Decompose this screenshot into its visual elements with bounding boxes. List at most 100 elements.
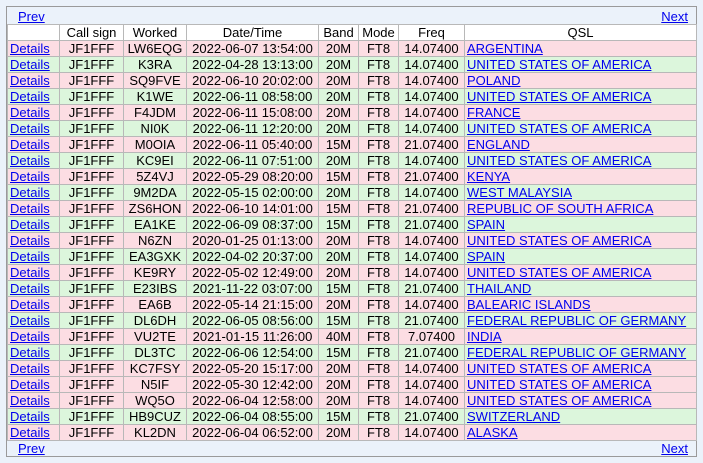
qsl-link[interactable]: UNITED STATES OF AMERICA <box>467 378 651 392</box>
qsl-link[interactable]: ALASKA <box>467 426 518 440</box>
qsl-link[interactable]: ENGLAND <box>467 138 530 152</box>
col-header-freq: Freq <box>398 24 465 41</box>
qsl-link[interactable]: FEDERAL REPUBLIC OF GERMANY <box>467 346 686 360</box>
freq-cell: 14.07400 <box>398 360 465 377</box>
details-link[interactable]: Details <box>10 122 50 136</box>
callsign-cell: JF1FFF <box>59 168 124 185</box>
freq-cell: 14.07400 <box>398 72 465 89</box>
mode-cell: FT8 <box>358 264 399 281</box>
details-link[interactable]: Details <box>10 74 50 88</box>
qsl-link[interactable]: WEST MALAYSIA <box>467 186 572 200</box>
details-link[interactable]: Details <box>10 314 50 328</box>
mode-cell: FT8 <box>358 168 399 185</box>
details-link[interactable]: Details <box>10 410 50 424</box>
details-link[interactable]: Details <box>10 154 50 168</box>
qsl-link[interactable]: UNITED STATES OF AMERICA <box>467 58 651 72</box>
datetime-cell: 2022-05-20 15:17:00 <box>186 360 319 377</box>
qsl-link[interactable]: INDIA <box>467 330 502 344</box>
table-row: Details JF1FFF ZS6HON 2022-06-10 14:01:00 15… <box>7 200 697 217</box>
details-link[interactable]: Details <box>10 298 50 312</box>
qsl-cell: FEDERAL REPUBLIC OF GERMANY <box>464 312 697 329</box>
next-link[interactable]: Next <box>661 9 688 25</box>
details-link[interactable]: Details <box>10 426 50 440</box>
qsl-link[interactable]: POLAND <box>467 74 520 88</box>
datetime-cell: 2022-06-11 05:40:00 <box>186 136 319 153</box>
worked-cell: DL3TC <box>123 344 187 361</box>
mode-cell: FT8 <box>358 376 399 393</box>
freq-cell: 21.07400 <box>398 216 465 233</box>
details-cell: Details <box>7 424 60 441</box>
band-cell: 20M <box>318 264 359 281</box>
qsl-link[interactable]: ARGENTINA <box>467 42 543 56</box>
qsl-link[interactable]: KENYA <box>467 170 510 184</box>
band-cell: 15M <box>318 168 359 185</box>
details-link[interactable]: Details <box>10 42 50 56</box>
qsl-link[interactable]: UNITED STATES OF AMERICA <box>467 362 651 376</box>
qsl-link[interactable]: REPUBLIC OF SOUTH AFRICA <box>467 202 653 216</box>
callsign-cell: JF1FFF <box>59 136 124 153</box>
qsl-link[interactable]: UNITED STATES OF AMERICA <box>467 122 651 136</box>
prev-link[interactable]: Prev <box>18 9 45 25</box>
qsl-link[interactable]: SPAIN <box>467 218 505 232</box>
qsl-cell: UNITED STATES OF AMERICA <box>464 120 697 137</box>
details-link[interactable]: Details <box>10 282 50 296</box>
details-link[interactable]: Details <box>10 234 50 248</box>
band-cell: 20M <box>318 40 359 57</box>
qsl-link[interactable]: UNITED STATES OF AMERICA <box>467 266 651 280</box>
log-panel: Prev Next Call sign Worked Date/Time Ban… <box>6 6 697 457</box>
details-link[interactable]: Details <box>10 394 50 408</box>
qsl-link[interactable]: FRANCE <box>467 106 520 120</box>
qsl-link[interactable]: UNITED STATES OF AMERICA <box>467 234 651 248</box>
datetime-cell: 2022-06-11 07:51:00 <box>186 152 319 169</box>
qsl-link[interactable]: FEDERAL REPUBLIC OF GERMANY <box>467 314 686 328</box>
table-row: Details JF1FFF SQ9FVE 2022-06-10 20:02:00 20… <box>7 72 697 89</box>
datetime-cell: 2022-05-15 02:00:00 <box>186 184 319 201</box>
details-cell: Details <box>7 264 60 281</box>
callsign-cell: JF1FFF <box>59 296 124 313</box>
details-link[interactable]: Details <box>10 202 50 216</box>
prev-link[interactable]: Prev <box>18 441 45 457</box>
details-cell: Details <box>7 40 60 57</box>
table-row: Details JF1FFF K1WE 2022-06-11 08:58:00 20M F… <box>7 88 697 105</box>
qsl-link[interactable]: SWITZERLAND <box>467 410 560 424</box>
details-link[interactable]: Details <box>10 186 50 200</box>
details-cell: Details <box>7 168 60 185</box>
details-link[interactable]: Details <box>10 138 50 152</box>
table-row: Details JF1FFF EA1KE 2022-06-09 08:37:00 15M… <box>7 216 697 233</box>
header-row: Call sign Worked Date/Time Band Mode Fre… <box>7 24 697 41</box>
qsl-link[interactable]: UNITED STATES OF AMERICA <box>467 90 651 104</box>
pager-bottom: Prev Next <box>7 441 696 457</box>
qsl-link[interactable]: UNITED STATES OF AMERICA <box>467 394 651 408</box>
details-link[interactable]: Details <box>10 170 50 184</box>
details-link[interactable]: Details <box>10 330 50 344</box>
details-link[interactable]: Details <box>10 378 50 392</box>
details-link[interactable]: Details <box>10 346 50 360</box>
details-link[interactable]: Details <box>10 106 50 120</box>
qsl-link[interactable]: BALEARIC ISLANDS <box>467 298 591 312</box>
details-link[interactable]: Details <box>10 362 50 376</box>
details-link[interactable]: Details <box>10 58 50 72</box>
callsign-cell: JF1FFF <box>59 72 124 89</box>
table-row: Details JF1FFF DL6DH 2022-06-05 08:56:00 15M… <box>7 312 697 329</box>
datetime-cell: 2022-04-28 13:13:00 <box>186 56 319 73</box>
worked-cell: HB9CUZ <box>123 408 187 425</box>
qsl-cell: BALEARIC ISLANDS <box>464 296 697 313</box>
qsl-cell: SPAIN <box>464 216 697 233</box>
datetime-cell: 2022-06-04 12:58:00 <box>186 392 319 409</box>
next-link[interactable]: Next <box>661 441 688 457</box>
col-header-worked: Worked <box>123 24 187 41</box>
details-cell: Details <box>7 184 60 201</box>
datetime-cell: 2022-06-10 20:02:00 <box>186 72 319 89</box>
qsl-link[interactable]: THAILAND <box>467 282 531 296</box>
qsl-link[interactable]: UNITED STATES OF AMERICA <box>467 154 651 168</box>
col-header-datetime: Date/Time <box>186 24 319 41</box>
details-cell: Details <box>7 296 60 313</box>
datetime-cell: 2022-06-07 13:54:00 <box>186 40 319 57</box>
details-link[interactable]: Details <box>10 218 50 232</box>
table-row: Details JF1FFF VU2TE 2021-01-15 11:26:00 40M… <box>7 328 697 345</box>
qsl-link[interactable]: SPAIN <box>467 250 505 264</box>
details-link[interactable]: Details <box>10 250 50 264</box>
details-link[interactable]: Details <box>10 266 50 280</box>
mode-cell: FT8 <box>358 152 399 169</box>
details-link[interactable]: Details <box>10 90 50 104</box>
